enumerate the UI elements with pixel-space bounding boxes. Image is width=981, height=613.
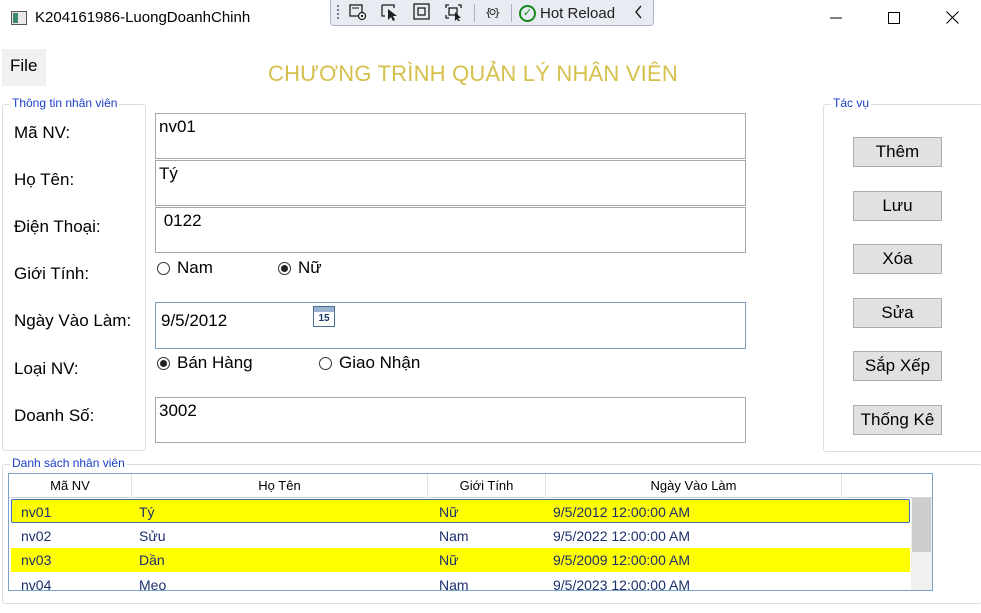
doanh-so-label: Doanh Số:: [14, 406, 95, 425]
xoa-button[interactable]: Xóa: [853, 244, 942, 274]
live-visual-tree-icon[interactable]: [347, 3, 369, 23]
radio-checked-icon: [278, 261, 291, 275]
main-window: K204161986-LuongDoanhChinh {} ✓ Hot Relo…: [0, 0, 981, 613]
cell-ho-ten: Meo: [139, 577, 167, 591]
table-row[interactable]: nv01 Tý Nữ 9/5/2012 12:00:00 AM: [11, 499, 910, 523]
cell-ho-ten: Tý: [139, 504, 155, 520]
column-header-ngay-vao-lam[interactable]: Ngày Vào Làm: [546, 474, 842, 497]
ma-nv-input[interactable]: nv01: [155, 113, 746, 159]
sua-button[interactable]: Sửa: [853, 298, 942, 328]
gender-radio-nam[interactable]: Nam: [157, 258, 213, 278]
column-header-gioi-tinh[interactable]: Giới Tính: [428, 474, 546, 497]
cell-gioi-tinh: Nam: [439, 528, 469, 544]
sap-xep-button[interactable]: Sắp Xếp: [853, 351, 942, 381]
cell-ngay-vao-lam: 9/5/2023 12:00:00 AM: [553, 577, 690, 591]
dien-thoai-label: Điện Thoại:: [14, 217, 101, 236]
table-row[interactable]: nv04 Meo Nam 9/5/2023 12:00:00 AM: [11, 573, 910, 591]
employee-data-grid[interactable]: Mã NV Họ Tên Giới Tính Ngày Vào Làm nv01…: [8, 473, 933, 591]
gender-radio-nu-label: Nữ: [298, 258, 322, 277]
table-row[interactable]: nv03 Dần Nữ 9/5/2009 12:00:00 AM: [11, 548, 910, 572]
collapse-chevron-icon[interactable]: [634, 3, 644, 24]
luu-button[interactable]: Lưu: [853, 191, 942, 221]
toolbar-separator: [474, 4, 475, 22]
cell-ho-ten: Dần: [139, 552, 165, 568]
employee-list-group-title: Danh sách nhân viên: [10, 456, 127, 470]
cell-ho-ten: Sửu: [139, 528, 166, 544]
type-radio-giao-nhan-label: Giao Nhận: [339, 353, 421, 372]
calendar-icon[interactable]: 15: [313, 306, 335, 327]
select-element-icon[interactable]: [379, 3, 401, 23]
scrollbar-thumb[interactable]: [912, 498, 931, 552]
xaml-binding-icon[interactable]: {}: [481, 3, 503, 23]
title-bar[interactable]: K204161986-LuongDoanhChinh {} ✓ Hot Relo…: [0, 0, 981, 36]
minimize-button[interactable]: [807, 0, 865, 36]
type-radio-ban-hang[interactable]: Bán Hàng: [157, 353, 253, 373]
cell-gioi-tinh: Nữ: [439, 504, 459, 520]
display-layout-adorners-icon[interactable]: [411, 3, 433, 23]
hot-reload-button[interactable]: ✓ Hot Reload: [519, 3, 615, 23]
loai-nv-label: Loại NV:: [14, 359, 79, 378]
gender-radio-nu[interactable]: Nữ: [278, 258, 322, 278]
column-header-ho-ten[interactable]: Họ Tên: [132, 474, 428, 497]
employee-info-group-title: Thông tin nhân viên: [10, 96, 120, 110]
gender-radio-nam-label: Nam: [177, 258, 213, 277]
toolbar-separator: [511, 4, 512, 22]
table-row[interactable]: nv02 Sửu Nam 9/5/2022 12:00:00 AM: [11, 524, 910, 548]
ho-ten-label: Họ Tên:: [14, 170, 75, 189]
hot-reload-toolbar: {} ✓ Hot Reload: [330, 0, 654, 26]
type-radio-giao-nhan[interactable]: Giao Nhận: [319, 353, 420, 373]
toolbar-grip-icon[interactable]: [336, 4, 340, 21]
svg-text:{: {: [485, 6, 492, 19]
ma-nv-label: Mã NV:: [14, 123, 71, 142]
ngay-vao-lam-value[interactable]: 9/5/2012: [161, 311, 227, 330]
grid-header: Mã NV Họ Tên Giới Tính Ngày Vào Làm: [9, 474, 932, 498]
cell-ma-nv: nv01: [21, 504, 52, 520]
ngay-vao-lam-datepicker[interactable]: 9/5/2012 15: [155, 302, 746, 349]
dien-thoai-input[interactable]: 0122: [155, 207, 746, 253]
radio-circle-icon: [157, 261, 170, 275]
window-title: K204161986-LuongDoanhChinh: [35, 9, 251, 26]
cell-ngay-vao-lam: 9/5/2009 12:00:00 AM: [553, 552, 690, 568]
cell-gioi-tinh: Nữ: [439, 552, 459, 568]
cell-gioi-tinh: Nam: [439, 577, 469, 591]
column-header-ma-nv[interactable]: Mã NV: [9, 474, 132, 497]
cell-ngay-vao-lam: 9/5/2012 12:00:00 AM: [553, 504, 690, 520]
close-button[interactable]: [923, 0, 981, 36]
doanh-so-input[interactable]: 3002: [155, 397, 746, 443]
radio-circle-icon: [319, 356, 332, 370]
thong-ke-button[interactable]: Thống Kê: [853, 405, 942, 435]
cell-ma-nv: nv03: [21, 552, 52, 568]
cell-ma-nv: nv04: [21, 577, 52, 591]
them-button[interactable]: Thêm: [853, 137, 942, 167]
menu-file[interactable]: File: [2, 49, 46, 86]
actions-group-title: Tác vụ: [831, 96, 872, 110]
cell-ngay-vao-lam: 9/5/2022 12:00:00 AM: [553, 528, 690, 544]
gioi-tinh-label: Giới Tính:: [14, 264, 90, 283]
ho-ten-input[interactable]: Tý: [155, 160, 746, 206]
cell-ma-nv: nv02: [21, 528, 52, 544]
track-focus-icon[interactable]: [443, 3, 465, 23]
hot-reload-check-icon: ✓: [519, 4, 536, 22]
calendar-day-label: 15: [318, 313, 330, 324]
ngay-vao-lam-label: Ngày Vào Làm:: [14, 311, 132, 330]
type-radio-ban-hang-label: Bán Hàng: [177, 353, 253, 372]
hot-reload-label: Hot Reload: [540, 4, 616, 22]
page-title: CHƯƠNG TRÌNH QUẢN LÝ NHÂN VIÊN: [268, 61, 678, 86]
radio-checked-icon: [157, 356, 170, 370]
maximize-button[interactable]: [865, 0, 923, 36]
app-icon: [11, 11, 27, 25]
